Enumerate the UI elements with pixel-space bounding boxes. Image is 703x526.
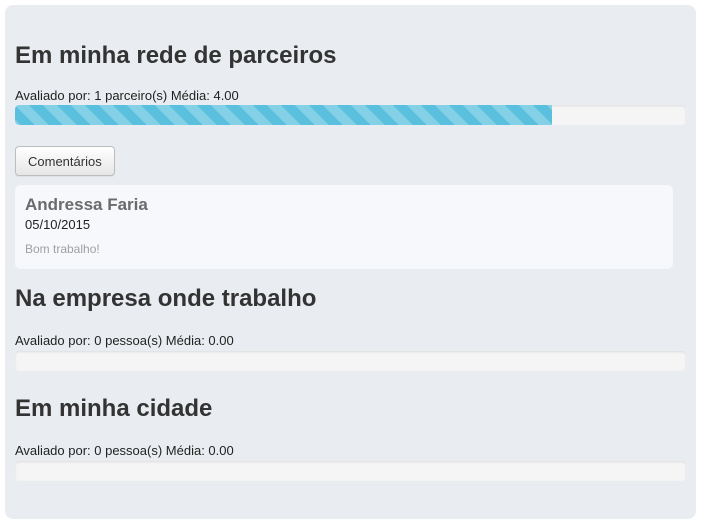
comment-text: Bom trabalho! [25, 242, 100, 256]
network-rating-stats: Avaliado por: 1 parceiro(s) Média: 4.00 [15, 88, 239, 103]
comment-author: Andressa Faria [25, 195, 148, 214]
comment-date: 05/10/2015 [25, 217, 91, 232]
section-title-company: Na empresa onde trabalho [15, 285, 317, 312]
city-rating-stats: Avaliado por: 0 pessoa(s) Média: 0.00 [15, 443, 234, 458]
ratings-panel: Em minha rede de parceiros Avaliado por:… [5, 5, 696, 519]
company-rating-bar [15, 351, 686, 371]
city-rating-bar [15, 461, 686, 481]
network-rating-bar [15, 105, 686, 125]
comment-card: Andressa Faria 05/10/2015 Bom trabalho! [15, 185, 673, 269]
network-rating-bar-fill [15, 105, 552, 125]
comments-button[interactable]: Comentários [15, 146, 115, 176]
section-title-network: Em minha rede de parceiros [15, 42, 337, 69]
section-title-city: Em minha cidade [15, 395, 213, 422]
company-rating-stats: Avaliado por: 0 pessoa(s) Média: 0.00 [15, 333, 234, 348]
